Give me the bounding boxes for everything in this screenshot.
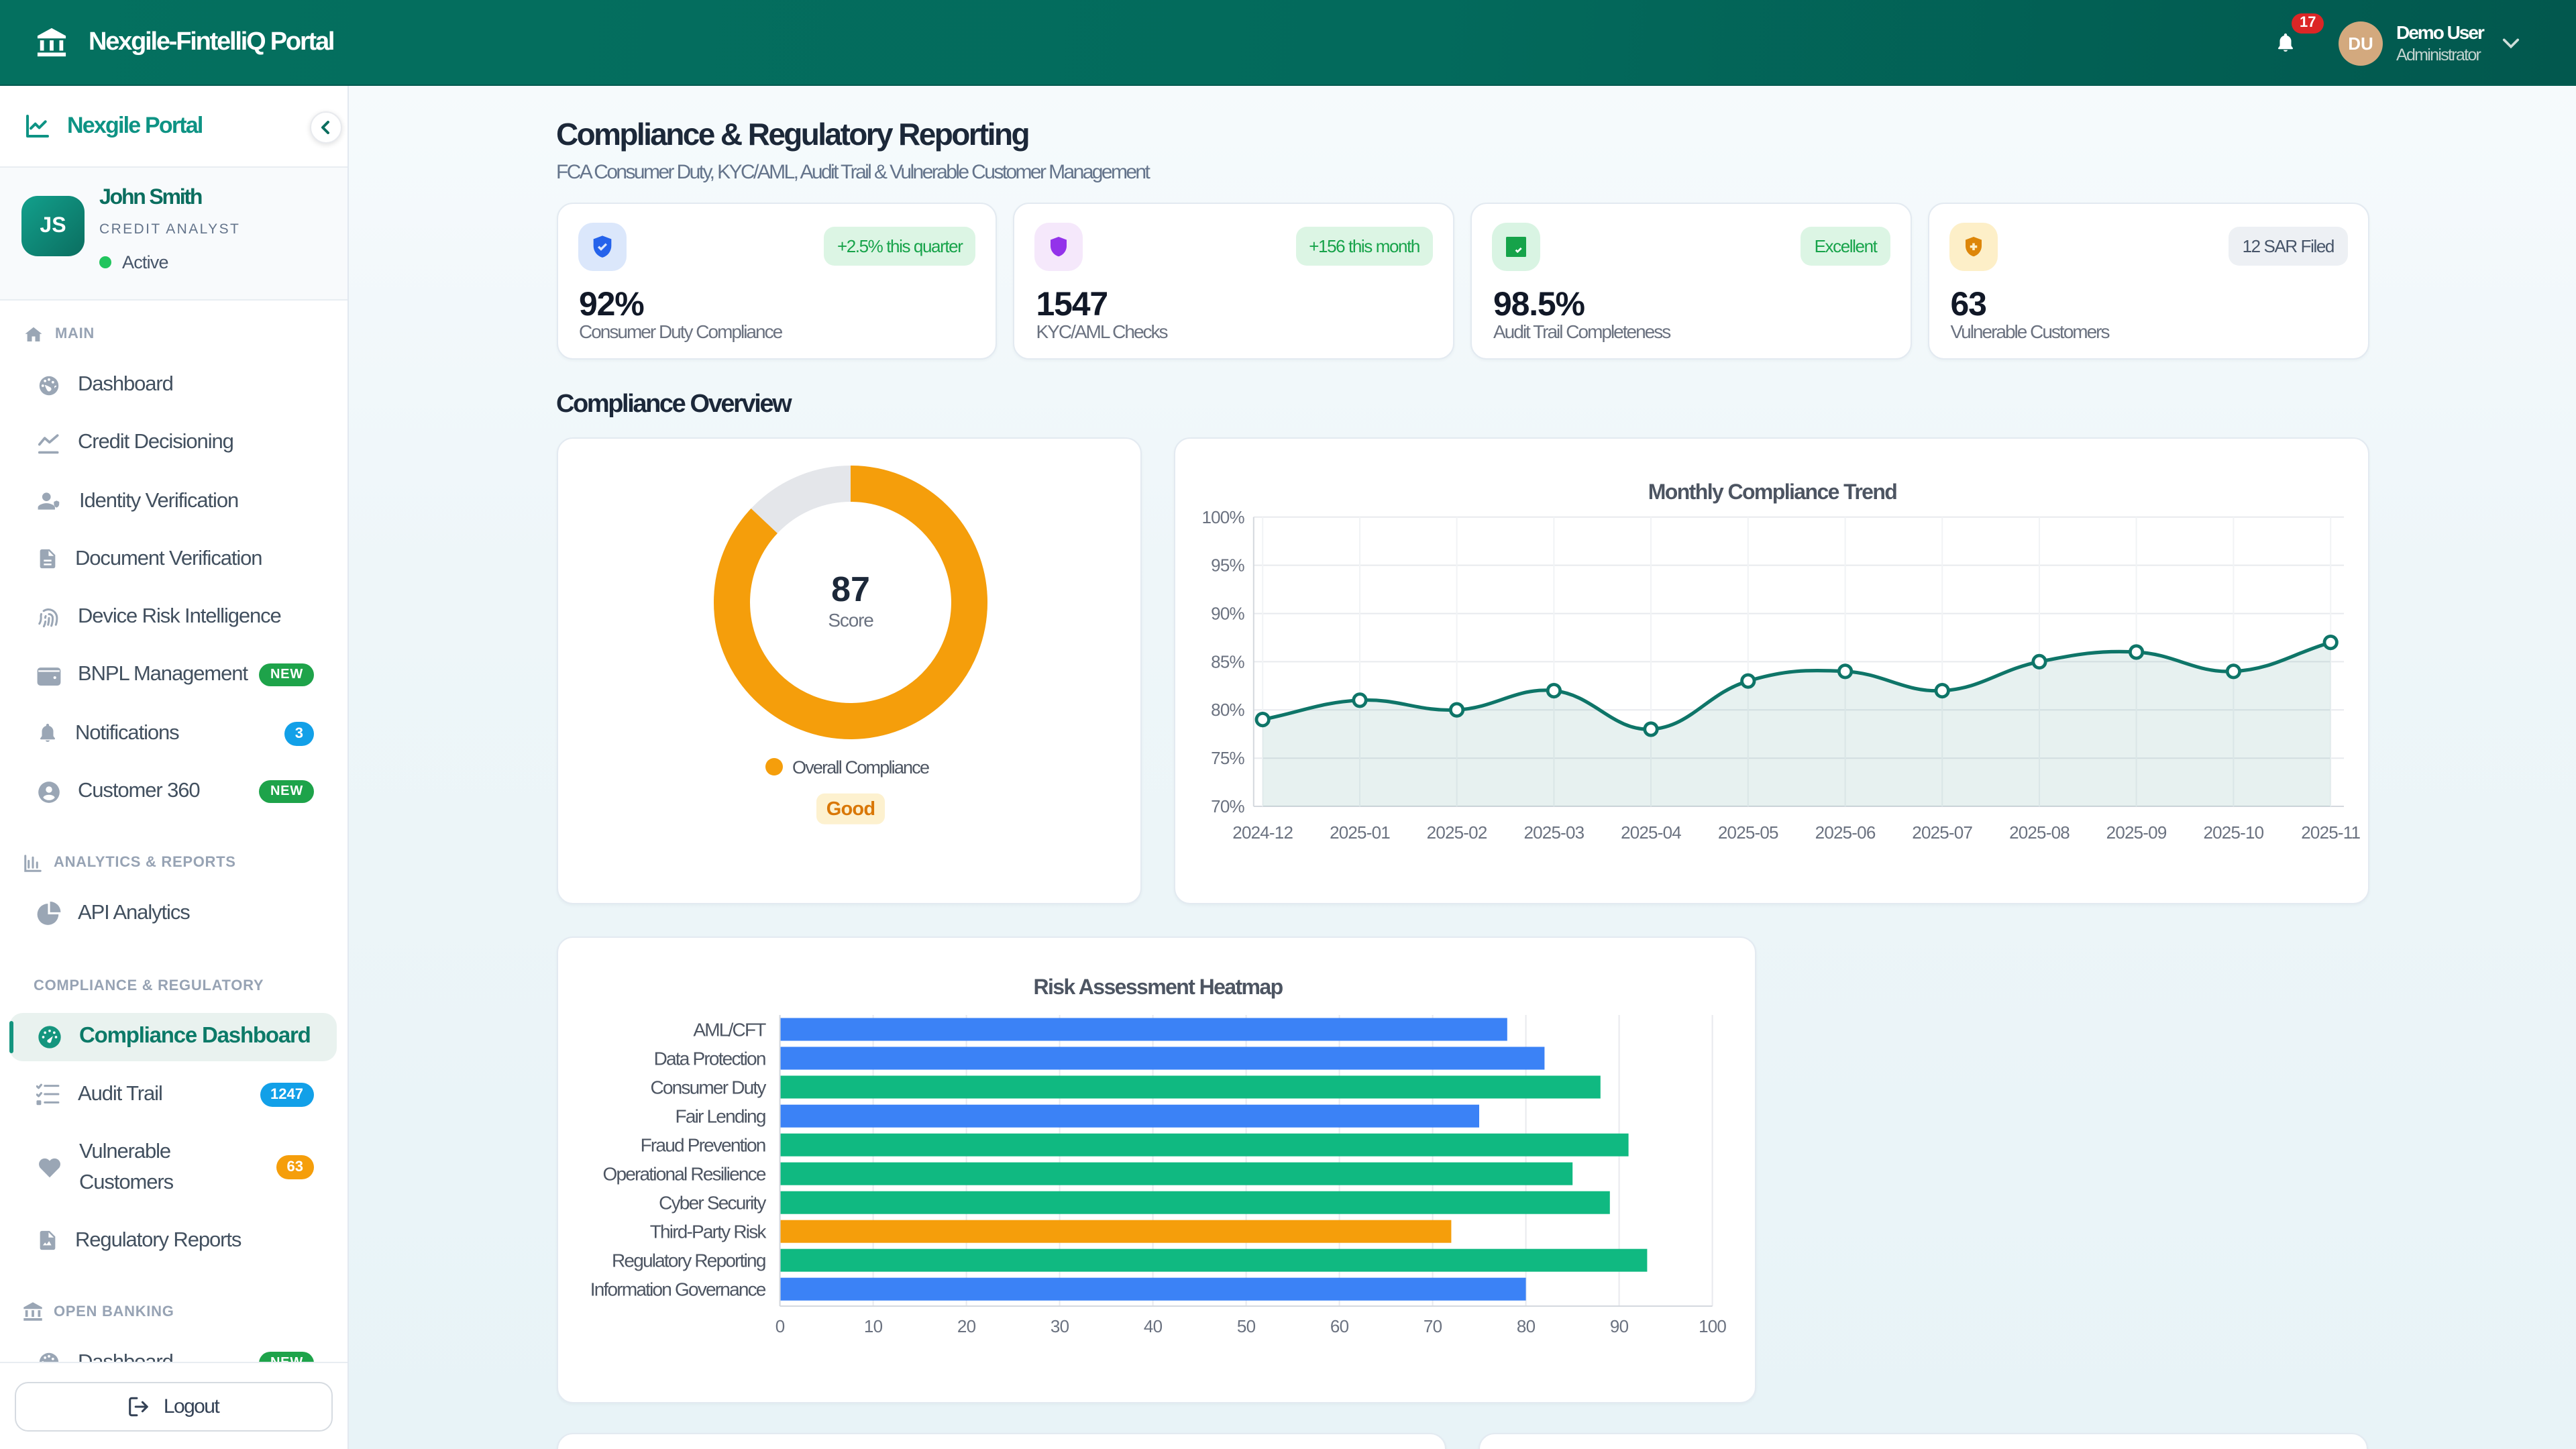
svg-text:2025-02: 2025-02 (1426, 822, 1487, 842)
svg-text:Consumer Duty: Consumer Duty (649, 1077, 765, 1097)
svg-text:AML/CFT: AML/CFT (692, 1019, 765, 1040)
svg-text:100%: 100% (1201, 506, 1244, 527)
svg-text:70%: 70% (1210, 796, 1244, 816)
svg-text:95%: 95% (1210, 555, 1244, 575)
svg-text:Information Governance: Information Governance (590, 1279, 765, 1299)
svg-text:2025-03: 2025-03 (1523, 822, 1583, 842)
svg-text:2025-08: 2025-08 (2008, 822, 2069, 842)
svg-text:2025-09: 2025-09 (2106, 822, 2166, 842)
svg-text:80%: 80% (1210, 699, 1244, 719)
svg-text:2025-05: 2025-05 (1717, 822, 1778, 842)
svg-text:2025-04: 2025-04 (1620, 822, 1680, 842)
svg-text:90: 90 (1609, 1316, 1628, 1336)
svg-text:Data Protection: Data Protection (653, 1048, 765, 1069)
svg-text:75%: 75% (1210, 747, 1244, 767)
svg-text:60: 60 (1330, 1316, 1348, 1336)
svg-text:Operational Resilience: Operational Resilience (602, 1163, 765, 1184)
svg-text:2025-11: 2025-11 (2300, 822, 2359, 842)
svg-text:90%: 90% (1210, 603, 1244, 623)
svg-text:30: 30 (1050, 1316, 1069, 1336)
svg-text:Third-Party Risk: Third-Party Risk (649, 1221, 767, 1242)
svg-text:80: 80 (1516, 1316, 1535, 1336)
svg-text:Good: Good (826, 798, 875, 819)
svg-text:2025-07: 2025-07 (1911, 822, 1972, 842)
svg-text:2025-01: 2025-01 (1329, 822, 1389, 842)
svg-text:2025-10: 2025-10 (2202, 822, 2263, 842)
svg-text:Fair Lending: Fair Lending (675, 1106, 765, 1126)
svg-text:Fraud Prevention: Fraud Prevention (640, 1134, 765, 1155)
svg-text:40: 40 (1143, 1316, 1162, 1336)
svg-text:0: 0 (775, 1316, 784, 1336)
svg-text:Regulatory Reporting: Regulatory Reporting (611, 1250, 765, 1271)
svg-text:50: 50 (1236, 1316, 1255, 1336)
svg-text:87: 87 (830, 570, 869, 608)
svg-text:100: 100 (1698, 1316, 1725, 1336)
svg-text:Score: Score (827, 609, 873, 630)
svg-text:10: 10 (863, 1316, 882, 1336)
svg-text:Monthly Compliance Trend: Monthly Compliance Trend (1648, 479, 1896, 503)
svg-text:20: 20 (957, 1316, 975, 1336)
svg-text:70: 70 (1423, 1316, 1442, 1336)
svg-text:Overall Compliance: Overall Compliance (792, 757, 928, 777)
svg-text:2025-06: 2025-06 (1815, 822, 1875, 842)
svg-text:Cyber Security: Cyber Security (658, 1192, 765, 1213)
svg-text:Risk Assessment Heatmap: Risk Assessment Heatmap (1032, 974, 1282, 998)
svg-text:85%: 85% (1210, 651, 1244, 671)
svg-text:2024-12: 2024-12 (1232, 822, 1292, 842)
